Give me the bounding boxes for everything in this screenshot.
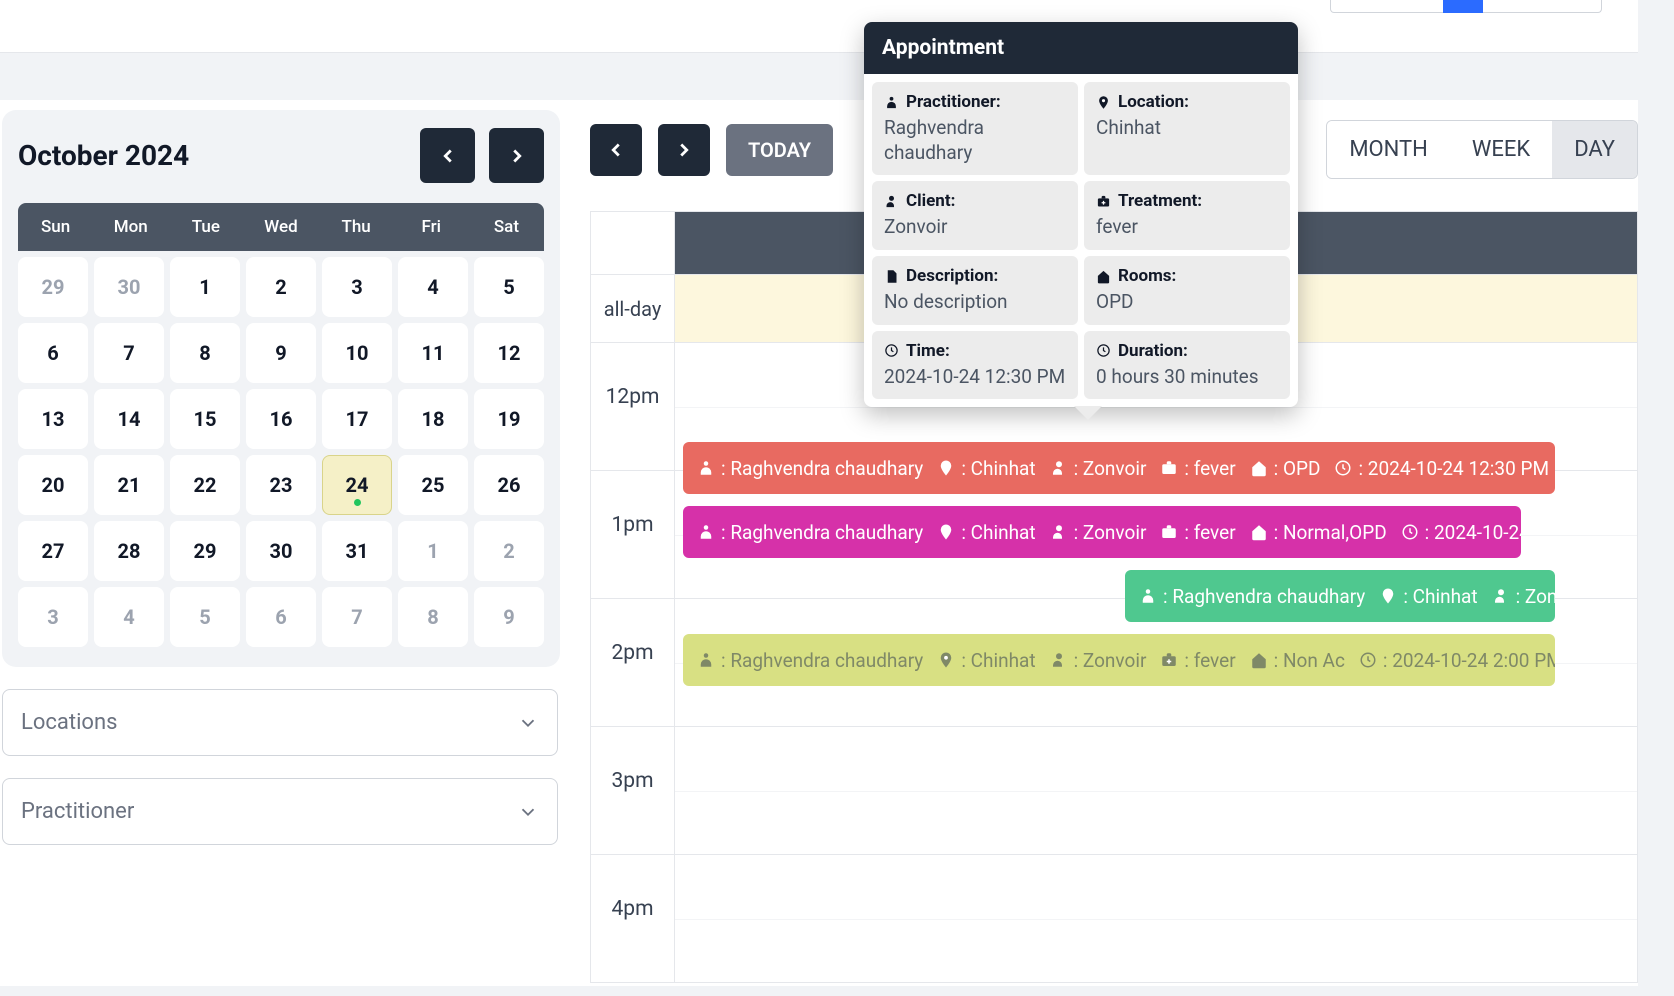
tab-week[interactable]: WEEK bbox=[1450, 121, 1552, 178]
day-cell[interactable]: 7 bbox=[322, 587, 392, 647]
day-cell[interactable]: 8 bbox=[170, 323, 240, 383]
day-cell[interactable]: 18 bbox=[398, 389, 468, 449]
main: October 2024 SunMonTueWedThuFriSat 29301… bbox=[0, 100, 1638, 986]
hour-label: 4pm bbox=[591, 855, 675, 982]
day-cell[interactable]: 15 bbox=[170, 389, 240, 449]
day-cell[interactable]: 9 bbox=[246, 323, 316, 383]
day-cell[interactable]: 23 bbox=[246, 455, 316, 515]
event-block[interactable]: : Raghvendra chaudhary: Chinhat: Zonv bbox=[1125, 570, 1555, 622]
day-cell[interactable]: 28 bbox=[94, 521, 164, 581]
dow-cell: Sat bbox=[469, 203, 544, 251]
day-cell[interactable]: 30 bbox=[246, 521, 316, 581]
dow-cell: Fri bbox=[394, 203, 469, 251]
dow-cell: Sun bbox=[18, 203, 93, 251]
day-cell[interactable]: 26 bbox=[474, 455, 544, 515]
event-block[interactable]: : Raghvendra chaudhary: Chinhat: Zonvoir… bbox=[683, 506, 1521, 558]
chevron-down-icon bbox=[517, 801, 539, 823]
events-layer: : Raghvendra chaudhary: Chinhat: Zonvoir… bbox=[675, 342, 1637, 982]
day-cell[interactable]: 14 bbox=[94, 389, 164, 449]
day-cell[interactable]: 13 bbox=[18, 389, 88, 449]
locations-label: Locations bbox=[21, 710, 117, 735]
day-cell[interactable]: 25 bbox=[398, 455, 468, 515]
calendar-title: October 2024 bbox=[18, 139, 189, 172]
day-cell[interactable]: 20 bbox=[18, 455, 88, 515]
event-block[interactable]: : Raghvendra chaudhary: Chinhat: Zonvoir… bbox=[683, 442, 1555, 494]
day-cell[interactable]: 12 bbox=[474, 323, 544, 383]
day-cell[interactable]: 21 bbox=[94, 455, 164, 515]
day-cell[interactable]: 1 bbox=[170, 257, 240, 317]
day-cell[interactable]: 19 bbox=[474, 389, 544, 449]
popup-title: Appointment bbox=[864, 22, 1298, 74]
day-cell[interactable]: 29 bbox=[18, 257, 88, 317]
sched-prev-button[interactable] bbox=[590, 124, 642, 176]
day-cell[interactable]: 6 bbox=[18, 323, 88, 383]
practitioner-filter[interactable]: Practitioner bbox=[2, 778, 558, 845]
day-cell[interactable]: 9 bbox=[474, 587, 544, 647]
day-cell[interactable]: 7 bbox=[94, 323, 164, 383]
popup-arrow bbox=[1074, 406, 1102, 420]
hour-label: 12pm bbox=[591, 343, 675, 470]
day-cell[interactable]: 30 bbox=[94, 257, 164, 317]
today-button[interactable]: TODAY bbox=[726, 124, 833, 176]
day-cell[interactable]: 3 bbox=[18, 587, 88, 647]
hour-label: 3pm bbox=[591, 727, 675, 854]
hour-label: 2pm bbox=[591, 599, 675, 726]
day-cell[interactable]: 6 bbox=[246, 587, 316, 647]
appointment-popup: Appointment Practitioner:Raghvendra chau… bbox=[864, 22, 1298, 407]
mini-calendar: October 2024 SunMonTueWedThuFriSat 29301… bbox=[2, 110, 560, 667]
popup-cell: Rooms:OPD bbox=[1084, 256, 1290, 325]
day-cell[interactable]: 31 bbox=[322, 521, 392, 581]
day-cell[interactable]: 2 bbox=[246, 257, 316, 317]
day-cell[interactable]: 4 bbox=[94, 587, 164, 647]
day-cell[interactable]: 3 bbox=[322, 257, 392, 317]
chevron-down-icon bbox=[517, 712, 539, 734]
day-cell[interactable]: 5 bbox=[474, 257, 544, 317]
tab-day[interactable]: DAY bbox=[1552, 121, 1637, 178]
popup-cell: Location:Chinhat bbox=[1084, 82, 1290, 175]
day-cell[interactable]: 27 bbox=[18, 521, 88, 581]
day-cell[interactable]: 2 bbox=[474, 521, 544, 581]
hours: 12pm1pm2pm3pm4pm : Raghvendra chaudhary: … bbox=[591, 342, 1637, 982]
popup-cell: Time:2024-10-24 12:30 PM bbox=[872, 331, 1078, 400]
day-cell[interactable]: 11 bbox=[398, 323, 468, 383]
popup-cell: Description:No description bbox=[872, 256, 1078, 325]
day-cell[interactable]: 16 bbox=[246, 389, 316, 449]
locations-filter[interactable]: Locations bbox=[2, 689, 558, 756]
day-cell[interactable]: 22 bbox=[170, 455, 240, 515]
dow-cell: Mon bbox=[93, 203, 168, 251]
popup-cell: Practitioner:Raghvendra chaudhary bbox=[872, 82, 1078, 175]
left-panel: October 2024 SunMonTueWedThuFriSat 29301… bbox=[0, 100, 560, 986]
day-of-week-header: SunMonTueWedThuFriSat bbox=[18, 203, 544, 251]
day-cell[interactable]: 8 bbox=[398, 587, 468, 647]
top-bar bbox=[0, 0, 1638, 53]
dow-cell: Wed bbox=[243, 203, 318, 251]
sched-next-button[interactable] bbox=[658, 124, 710, 176]
day-cell[interactable]: 5 bbox=[170, 587, 240, 647]
view-tabs: MONTH WEEK DAY bbox=[1326, 120, 1638, 179]
cal-prev-button[interactable] bbox=[420, 128, 475, 183]
dow-cell: Thu bbox=[319, 203, 394, 251]
day-cell[interactable]: 4 bbox=[398, 257, 468, 317]
tab-month[interactable]: MONTH bbox=[1327, 121, 1450, 178]
days-grid: 2930123456789101112131415161718192021222… bbox=[18, 257, 544, 647]
popup-cell: Treatment:fever bbox=[1084, 181, 1290, 250]
allday-label: all-day bbox=[591, 275, 675, 342]
hour-label: 1pm bbox=[591, 471, 675, 598]
day-cell[interactable]: 10 bbox=[322, 323, 392, 383]
day-cell[interactable]: 1 bbox=[398, 521, 468, 581]
dow-cell: Tue bbox=[168, 203, 243, 251]
day-cell[interactable]: 17 bbox=[322, 389, 392, 449]
event-block[interactable]: : Raghvendra chaudhary: Chinhat: Zonvoir… bbox=[683, 634, 1555, 686]
blue-accent bbox=[1443, 0, 1483, 13]
day-cell[interactable]: 24 bbox=[322, 455, 392, 515]
popup-cell: Client:Zonvoir bbox=[872, 181, 1078, 250]
practitioner-label: Practitioner bbox=[21, 799, 134, 824]
day-cell[interactable]: 29 bbox=[170, 521, 240, 581]
cal-next-button[interactable] bbox=[489, 128, 544, 183]
popup-cell: Duration:0 hours 30 minutes bbox=[1084, 331, 1290, 400]
